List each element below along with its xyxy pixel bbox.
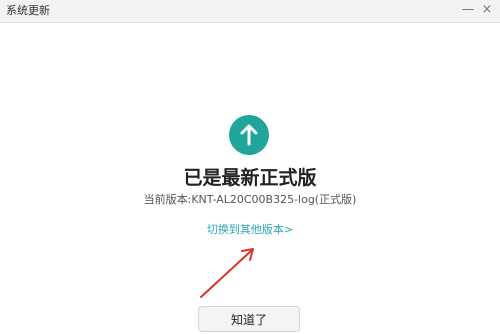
minimize-button[interactable]: — [460,2,476,18]
current-version-text: 当前版本:KNT-AL20C00B325-log(正式版) [143,193,357,206]
system-update-dialog: 系统更新 — × 已是最新正式版 当前版本:KNT-AL20C00B325-lo… [0,0,500,334]
title-bar: 系统更新 — × [0,0,500,23]
dialog-content: 已是最新正式版 当前版本:KNT-AL20C00B325-log(正式版) 切换… [0,23,500,334]
ok-button[interactable]: 知道了 [198,306,300,332]
window-title: 系统更新 [6,4,50,17]
close-button[interactable]: × [479,2,495,18]
arrow-up-icon [229,115,269,155]
update-status-heading: 已是最新正式版 [183,167,317,189]
annotation-arrow-icon [200,248,254,298]
